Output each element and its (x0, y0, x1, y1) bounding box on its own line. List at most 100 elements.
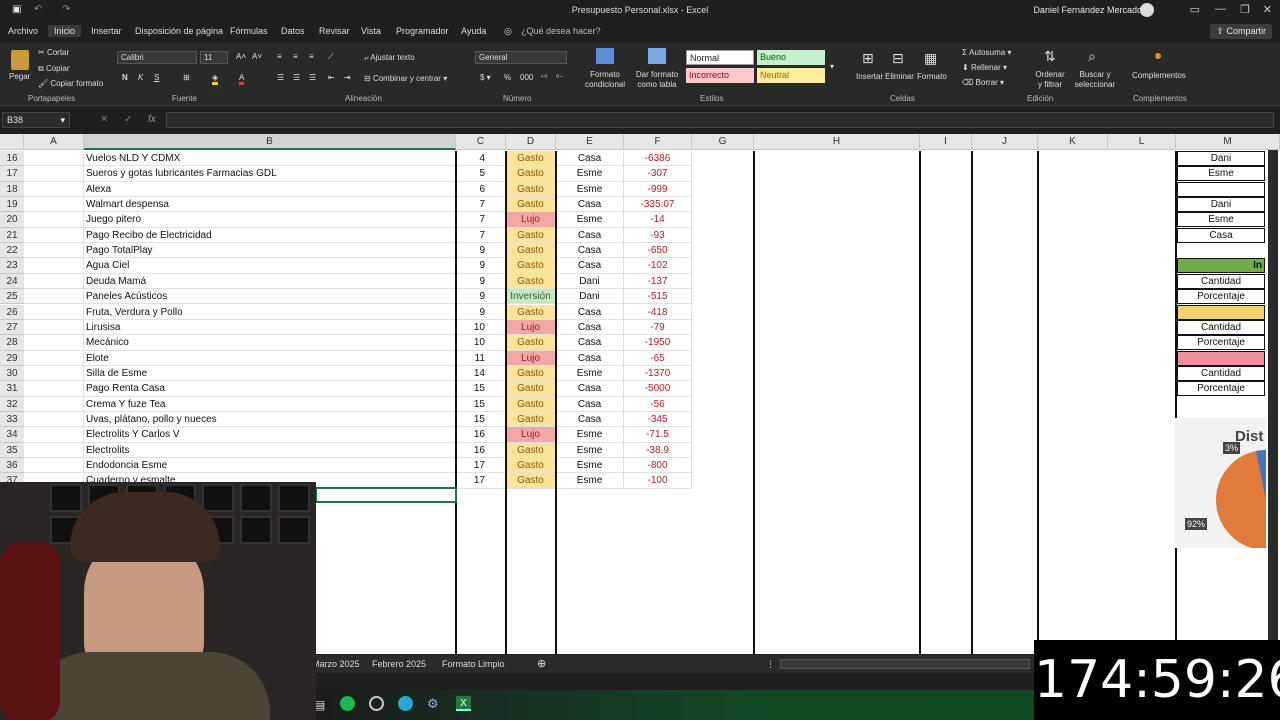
column-header-a[interactable]: A (24, 134, 84, 150)
align-right-icon[interactable]: ☰ (309, 73, 316, 82)
tab-insertar[interactable]: Insertar (91, 26, 122, 36)
cell-owner[interactable]: Dani (556, 273, 624, 290)
cell-description[interactable]: Endodoncia Esme (84, 458, 456, 474)
row-header[interactable]: 19 (0, 197, 24, 213)
cell-owner[interactable]: Casa (556, 396, 624, 412)
style-bueno[interactable]: Bueno (757, 50, 825, 65)
cell-type[interactable]: Gasto (506, 381, 556, 397)
cell-a[interactable] (24, 396, 84, 412)
add-sheet-icon[interactable]: ⊕ (537, 657, 546, 670)
cell-description[interactable]: Mecánico (84, 335, 456, 351)
row-header[interactable]: 21 (0, 227, 24, 244)
style-neutral[interactable]: Neutral (757, 68, 825, 83)
summary-cell-r17[interactable]: Esme (1177, 166, 1265, 182)
shrink-font-icon[interactable]: A˅ (252, 52, 262, 61)
cell-type[interactable]: Gasto (506, 151, 556, 167)
grow-font-icon[interactable]: A˄ (236, 52, 246, 61)
underline-button[interactable]: S (154, 73, 159, 82)
cell-type[interactable]: Gasto (506, 411, 556, 428)
cell-type[interactable]: Lujo (506, 212, 556, 228)
summary-cell-r21[interactable]: Casa (1177, 227, 1265, 243)
cell-amount[interactable]: -345 (624, 411, 692, 428)
addins-button[interactable]: Complementos (1132, 71, 1186, 80)
cancel-icon[interactable]: ✕ (100, 114, 108, 125)
paste-icon[interactable] (11, 50, 29, 70)
spotify-icon[interactable] (340, 696, 355, 711)
cell-description[interactable]: Electrolits (84, 442, 456, 458)
cell-day[interactable]: 15 (456, 396, 506, 412)
styles-more-icon[interactable]: ▾ (830, 62, 834, 71)
increase-indent-icon[interactable]: ⇥ (344, 73, 351, 82)
cell-day[interactable]: 15 (456, 411, 506, 428)
cell-amount[interactable]: -999 (624, 181, 692, 198)
delete-cells-button[interactable]: Eliminar (885, 72, 914, 81)
cell-day[interactable]: 16 (456, 442, 506, 458)
cell-owner[interactable]: Casa (556, 197, 624, 213)
cell-owner[interactable]: Casa (556, 304, 624, 320)
cell-owner[interactable]: Esme (556, 166, 624, 182)
cell-owner[interactable]: Esme (556, 181, 624, 198)
sort-filter-icon[interactable]: ⇅ (1044, 48, 1056, 65)
enter-icon[interactable]: ✓ (124, 114, 132, 125)
merge-center-button[interactable]: ⊟ Combinar y centrar ▾ (364, 74, 447, 83)
cell-day[interactable]: 5 (456, 166, 506, 182)
cell-description[interactable]: Sueros y gotas lubricantes Farmacias GDL (84, 166, 456, 182)
font-color-icon[interactable]: A (239, 73, 245, 85)
summary-cell-r24[interactable]: Cantidad (1177, 273, 1265, 289)
conditional-format-button[interactable]: Formato condicional (580, 70, 630, 90)
insert-cells-icon[interactable]: ⊞ (862, 50, 874, 67)
cell-amount[interactable]: -418 (624, 304, 692, 320)
cell-description[interactable]: Pago TotalPlay (84, 243, 456, 259)
ribbon-display-icon[interactable]: ▭ (1190, 3, 1200, 16)
cell-type[interactable]: Gasto (506, 335, 556, 351)
row-header[interactable]: 27 (0, 319, 24, 336)
copy-button[interactable]: ⧉ Copiar (38, 64, 70, 74)
row-header[interactable]: 17 (0, 166, 24, 182)
cell-day[interactable]: 11 (456, 350, 506, 366)
tab-disposicion[interactable]: Disposición de página (135, 26, 223, 36)
cell-owner[interactable]: Esme (556, 458, 624, 474)
summary-cell-r27[interactable]: Cantidad (1177, 319, 1265, 335)
format-painter-button[interactable]: 🖌 Copiar formato (38, 79, 103, 88)
name-box[interactable]: B38 ▾ (2, 112, 70, 128)
cell-type[interactable]: Gasto (506, 197, 556, 213)
cell-amount[interactable]: -71.5 (624, 427, 692, 443)
tab-revisar[interactable]: Revisar (319, 26, 350, 36)
row-header[interactable]: 26 (0, 304, 24, 320)
cell-type[interactable]: Gasto (506, 396, 556, 412)
cell-description[interactable]: Deuda Mamá (84, 273, 456, 290)
row-header[interactable]: 18 (0, 181, 24, 198)
summary-cell-r23[interactable]: In (1177, 258, 1265, 274)
cell-a[interactable] (24, 227, 84, 244)
row-header[interactable]: 20 (0, 212, 24, 228)
align-bottom-icon[interactable]: ≡ (309, 52, 314, 61)
tab-archivo[interactable]: Archivo (8, 26, 38, 36)
cell-amount[interactable]: -6386 (624, 151, 692, 167)
style-incorrecto[interactable]: Incorrecto (686, 68, 754, 83)
row-header[interactable]: 23 (0, 258, 24, 274)
horizontal-scrollbar[interactable] (780, 659, 1030, 669)
sheet-tab-formato-limpio[interactable]: Formato Limpio (442, 659, 505, 669)
increase-decimal-icon[interactable]: ⁺⁰ (540, 73, 547, 82)
cell-description[interactable]: Pago Recibo de Electricidad (84, 227, 456, 244)
cell-description[interactable]: Agua Ciel (84, 258, 456, 274)
font-size-select[interactable]: 11 (200, 51, 228, 64)
wrap-text-button[interactable]: ⤶ Ajustar texto (364, 53, 415, 63)
cell-amount[interactable]: -79 (624, 319, 692, 336)
cell-owner[interactable]: Esme (556, 442, 624, 458)
tell-me-input[interactable]: ¿Qué desea hacer? (521, 26, 601, 36)
cell-a[interactable] (24, 151, 84, 167)
summary-cell-r31[interactable]: Porcentaje (1177, 381, 1265, 397)
cell-amount[interactable]: -515 (624, 289, 692, 305)
cell-a[interactable] (24, 365, 84, 382)
cell-amount[interactable]: -38.9 (624, 442, 692, 458)
format-as-table-button[interactable]: Dar formato como tabla (632, 70, 682, 90)
cell-description[interactable]: Walmart despensa (84, 197, 456, 213)
summary-cell-r28[interactable]: Porcentaje (1177, 335, 1265, 351)
cell-owner[interactable]: Esme (556, 212, 624, 228)
cell-type[interactable]: Gasto (506, 243, 556, 259)
cell-type[interactable]: Lujo (506, 427, 556, 443)
cell-a[interactable] (24, 273, 84, 290)
pie-chart-card[interactable]: Dist 3% 92% (1175, 418, 1266, 548)
row-header[interactable]: 29 (0, 350, 24, 366)
